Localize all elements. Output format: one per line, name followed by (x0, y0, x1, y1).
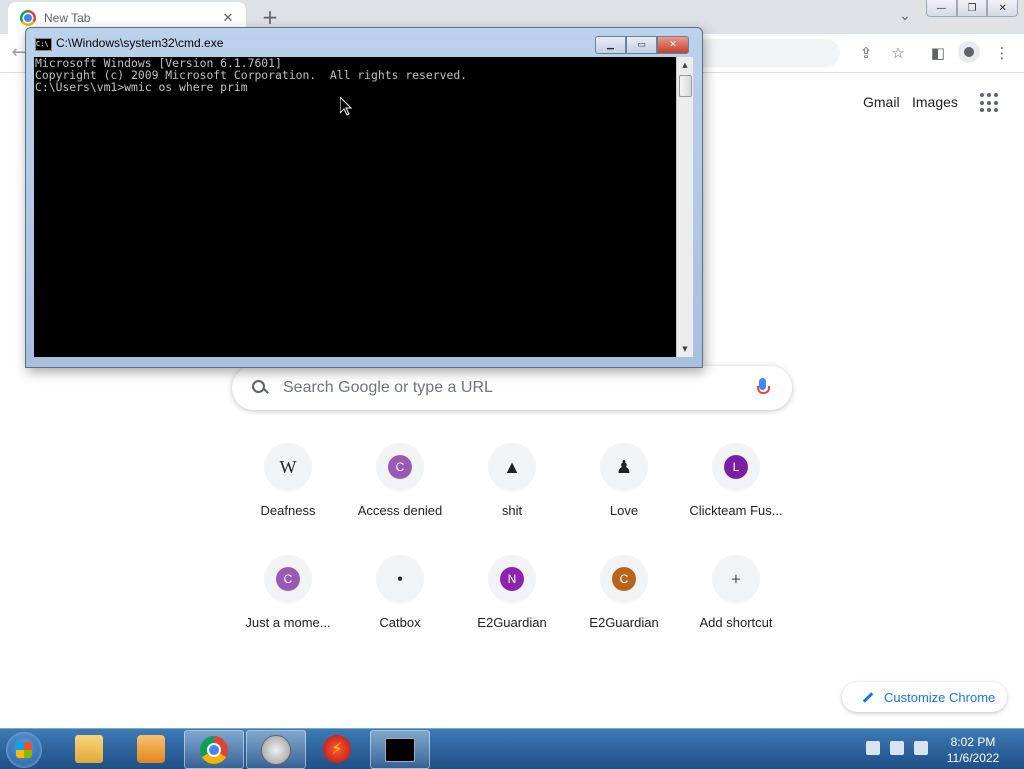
customize-chrome-button[interactable]: Customize Chrome (842, 682, 1007, 712)
window-controls: — ❐ ✕ (926, 0, 1019, 18)
menu-kebab-icon[interactable]: ⋮ (992, 43, 1012, 63)
bookmark-star-icon[interactable]: ☆ (888, 43, 908, 63)
shortcut-glyph: C (388, 455, 412, 479)
shortcut-glyph: ♟ (615, 456, 633, 477)
scroll-thumb[interactable] (679, 75, 692, 97)
shortcut-label: Access denied (357, 503, 443, 518)
start-button[interactable] (6, 732, 42, 768)
customize-chrome-label: Customize Chrome (884, 689, 996, 705)
cmd-maximize-button[interactable]: ▭ (626, 36, 657, 54)
mouse-pointer-icon (340, 97, 352, 116)
shortcut-glyph: L (724, 455, 748, 479)
shortcut-label: Add shortcut (699, 615, 773, 630)
shortcut-glyph: • (396, 568, 404, 589)
google-apps-icon[interactable] (980, 93, 1000, 113)
system-clock[interactable]: 8:02 PM 11/6/2022 (940, 734, 1006, 766)
action-center-icon[interactable] (890, 741, 904, 755)
shortcut-label: Catbox (379, 615, 421, 630)
share-icon[interactable]: ⇪ (856, 43, 876, 63)
shortcut-label: Love (609, 503, 639, 518)
search-placeholder[interactable]: Search Google or type a URL (283, 379, 756, 397)
system-tray (866, 741, 928, 755)
cmd-scrollbar[interactable]: ▲ ▼ (676, 57, 693, 357)
gmail-link[interactable]: Gmail (863, 94, 900, 110)
cmd-window-controls: ▁ ▭ ✕ (595, 36, 689, 54)
cmd-titlebar[interactable]: C:\ C:\Windows\system32\cmd.exe ▁ ▭ ✕ (26, 28, 702, 56)
shortcut-label: Clickteam Fus... (689, 503, 783, 518)
volume-icon[interactable] (914, 741, 928, 755)
safari-taskbar-icon[interactable] (246, 730, 306, 769)
cmd-taskbar-icon[interactable] (370, 730, 430, 769)
scroll-down-arrow-icon[interactable]: ▼ (677, 341, 693, 357)
pencil-icon (862, 691, 874, 703)
cmd-title: C:\Windows\system32\cmd.exe (56, 36, 224, 50)
cmd-app-icon: C:\ (35, 38, 52, 51)
shortcut-favicon-icon: + (712, 555, 760, 603)
shortcut-tile[interactable]: C Access denied (344, 443, 456, 539)
shortcut-favicon-icon: • (376, 555, 424, 603)
shortcut-tile[interactable]: W Deafness (232, 443, 344, 539)
shortcut-favicon-icon: ▲ (488, 443, 536, 491)
cmd-window[interactable]: C:\ C:\Windows\system32\cmd.exe ▁ ▭ ✕ Mi… (25, 27, 703, 368)
shortcut-favicon-icon: L (712, 443, 760, 491)
chrome-taskbar-icon[interactable] (184, 730, 244, 769)
shortcut-glyph: + (730, 568, 742, 589)
shortcut-tile[interactable]: N E2Guardian (456, 555, 568, 651)
shortcut-label: E2Guardian (477, 615, 547, 630)
flash-taskbar-icon[interactable]: ⚡ (308, 730, 366, 767)
network-icon[interactable] (866, 741, 880, 755)
file-explorer-taskbar-icon[interactable] (60, 730, 118, 767)
search-icon (250, 378, 270, 398)
clock-time: 8:02 PM (950, 735, 996, 749)
microphone-icon[interactable] (756, 378, 770, 398)
cmd-console[interactable]: Microsoft Windows [Version 6.1.7601] Cop… (34, 57, 676, 357)
tab-search-icon[interactable]: ⌄ (896, 8, 914, 26)
restore-button[interactable]: ❐ (956, 0, 988, 17)
close-tab-icon[interactable]: ✕ (220, 10, 236, 26)
shortcut-glyph: C (612, 567, 636, 591)
shortcut-tile[interactable]: ▲ shit (456, 443, 568, 539)
shortcut-label: E2Guardian (589, 615, 659, 630)
shortcut-glyph: ▲ (503, 456, 521, 477)
cmd-close-button[interactable]: ✕ (657, 36, 689, 54)
shortcut-tile[interactable]: + Add shortcut (680, 555, 792, 651)
close-window-button[interactable]: ✕ (987, 0, 1019, 17)
shortcut-favicon-icon: ♟ (600, 443, 648, 491)
shortcut-glyph: W (279, 456, 297, 477)
shortcut-tile[interactable]: • Catbox (344, 555, 456, 651)
shortcut-favicon-icon: C (264, 555, 312, 603)
shortcut-favicon-icon: C (600, 555, 648, 603)
shortcut-tile[interactable]: C E2Guardian (568, 555, 680, 651)
new-tab-button[interactable]: + (260, 7, 280, 27)
scroll-up-arrow-icon[interactable]: ▲ (677, 57, 693, 73)
console-prompt-line: C:\Users\vm1>wmic os where prim (35, 80, 248, 94)
cmd-minimize-button[interactable]: ▁ (595, 36, 626, 54)
shortcut-label: Deafness (260, 503, 316, 518)
side-panel-icon[interactable]: ◧ (928, 43, 948, 63)
shortcut-favicon-icon: W (264, 443, 312, 491)
chrome-favicon-icon (20, 10, 36, 26)
shortcut-favicon-icon: C (376, 443, 424, 491)
media-player-taskbar-icon[interactable] (122, 730, 180, 767)
shortcut-tile[interactable]: C Just a mome... (232, 555, 344, 651)
google-search-box[interactable]: Search Google or type a URL (232, 366, 792, 410)
images-link[interactable]: Images (912, 94, 958, 110)
clock-date: 11/6/2022 (946, 751, 1000, 765)
address-bar[interactable] (700, 39, 840, 67)
minimize-button[interactable]: — (926, 0, 957, 17)
shortcut-glyph: C (276, 567, 300, 591)
profile-avatar-icon[interactable] (958, 41, 980, 63)
shortcut-tile[interactable]: ♟ Love (568, 443, 680, 539)
shortcut-glyph: N (500, 567, 524, 591)
taskbar: ⚡ 8:02 PM 11/6/2022 (0, 728, 1024, 769)
shortcut-tile[interactable]: L Clickteam Fus... (680, 443, 792, 539)
shortcut-label: Just a mome... (245, 615, 331, 630)
shortcut-favicon-icon: N (488, 555, 536, 603)
tab-title: New Tab (44, 11, 91, 25)
shortcut-label: shit (501, 503, 523, 518)
